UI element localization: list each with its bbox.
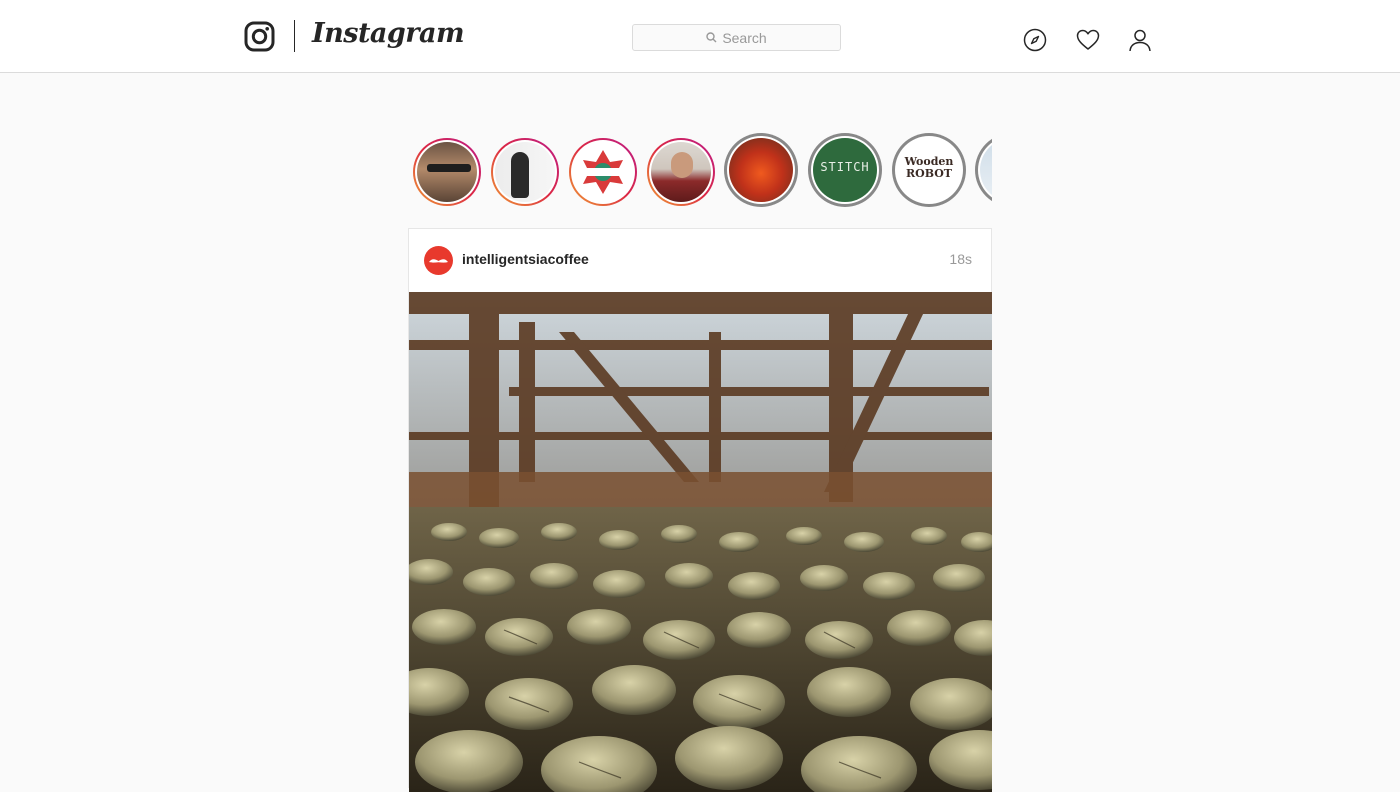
mustache-logo-icon — [429, 259, 448, 263]
story-avatar — [495, 142, 555, 202]
story-avatar — [729, 138, 793, 202]
logo-divider — [294, 20, 295, 52]
story-8[interactable] — [975, 133, 992, 207]
search-icon — [706, 32, 717, 43]
instagram-wordmark[interactable]: Instagram — [312, 18, 465, 49]
story-avatar — [417, 142, 477, 202]
post-timestamp[interactable]: 18s — [949, 251, 972, 267]
instagram-logo-icon[interactable] — [244, 21, 275, 52]
stitch-label: STITCH — [820, 160, 870, 174]
search-placeholder: Search — [722, 29, 767, 46]
wooden-robot-label: Wooden ROBOT — [904, 155, 954, 180]
story-penrose[interactable] — [569, 138, 637, 206]
stories-tray[interactable]: STITCH Wooden ROBOT — [408, 130, 992, 210]
penrose-logo — [583, 150, 623, 194]
person-icon[interactable] — [1128, 28, 1152, 52]
story-avatar: STITCH — [813, 138, 877, 202]
story-1[interactable] — [413, 138, 481, 206]
post-author-avatar[interactable] — [424, 246, 453, 275]
heart-icon[interactable] — [1076, 28, 1100, 52]
post-username[interactable]: intelligentsiacoffee — [462, 251, 589, 267]
story-avatar: Wooden ROBOT — [897, 138, 961, 202]
top-navigation-bar: Instagram Search — [0, 0, 1400, 73]
post-photo[interactable] — [409, 292, 992, 792]
story-5[interactable] — [724, 133, 798, 207]
search-input[interactable]: Search — [632, 24, 841, 51]
post-header: intelligentsiacoffee 18s — [409, 229, 991, 292]
story-avatar — [980, 138, 992, 202]
compass-icon[interactable] — [1023, 28, 1047, 52]
story-stitch[interactable]: STITCH — [808, 133, 882, 207]
story-avatar — [651, 142, 711, 202]
story-4[interactable] — [647, 138, 715, 206]
coffee-beans-photo — [409, 292, 992, 792]
story-2[interactable] — [491, 138, 559, 206]
story-avatar — [573, 142, 633, 202]
feed-post: intelligentsiacoffee 18s — [408, 228, 992, 792]
story-wooden-robot[interactable]: Wooden ROBOT — [892, 133, 966, 207]
